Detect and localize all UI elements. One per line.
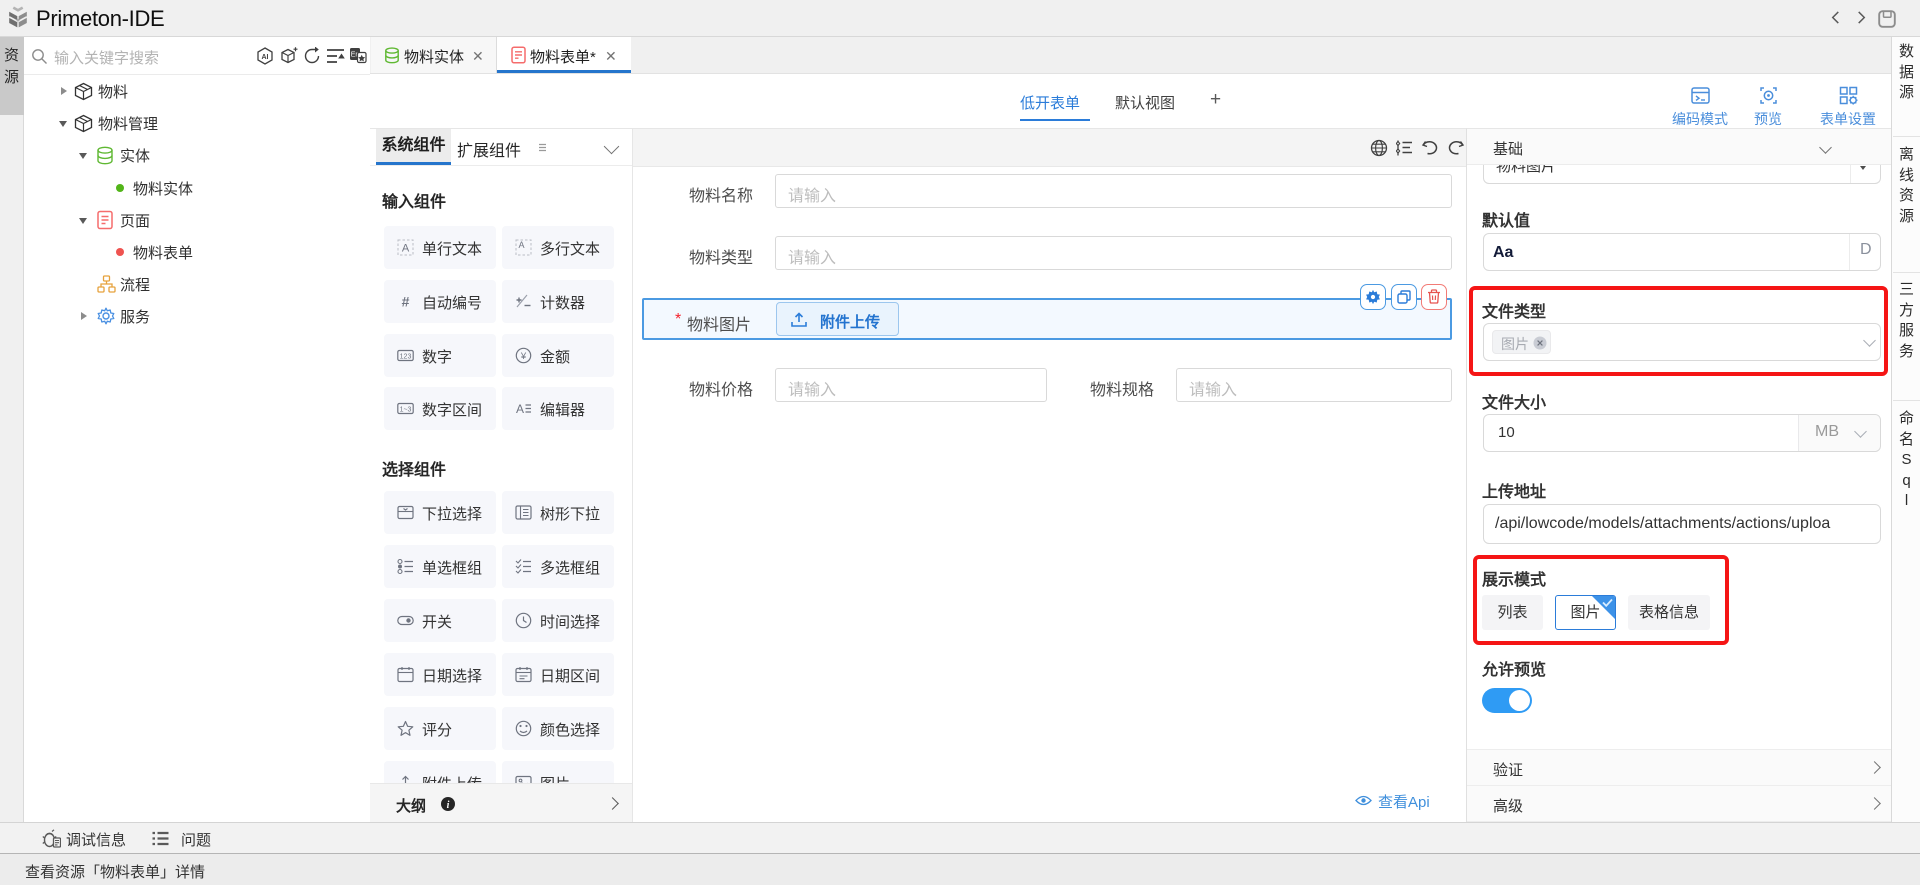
svg-text:123: 123	[400, 353, 412, 360]
svg-text:#: #	[402, 294, 410, 310]
svg-text:1~3: 1~3	[400, 406, 412, 413]
svg-text:A: A	[518, 240, 524, 250]
svg-text:AI: AI	[262, 54, 269, 61]
svg-text:A: A	[516, 402, 524, 416]
svg-text:i: i	[447, 800, 450, 811]
svg-text:¥: ¥	[520, 351, 527, 362]
svg-text:A: A	[402, 243, 410, 255]
